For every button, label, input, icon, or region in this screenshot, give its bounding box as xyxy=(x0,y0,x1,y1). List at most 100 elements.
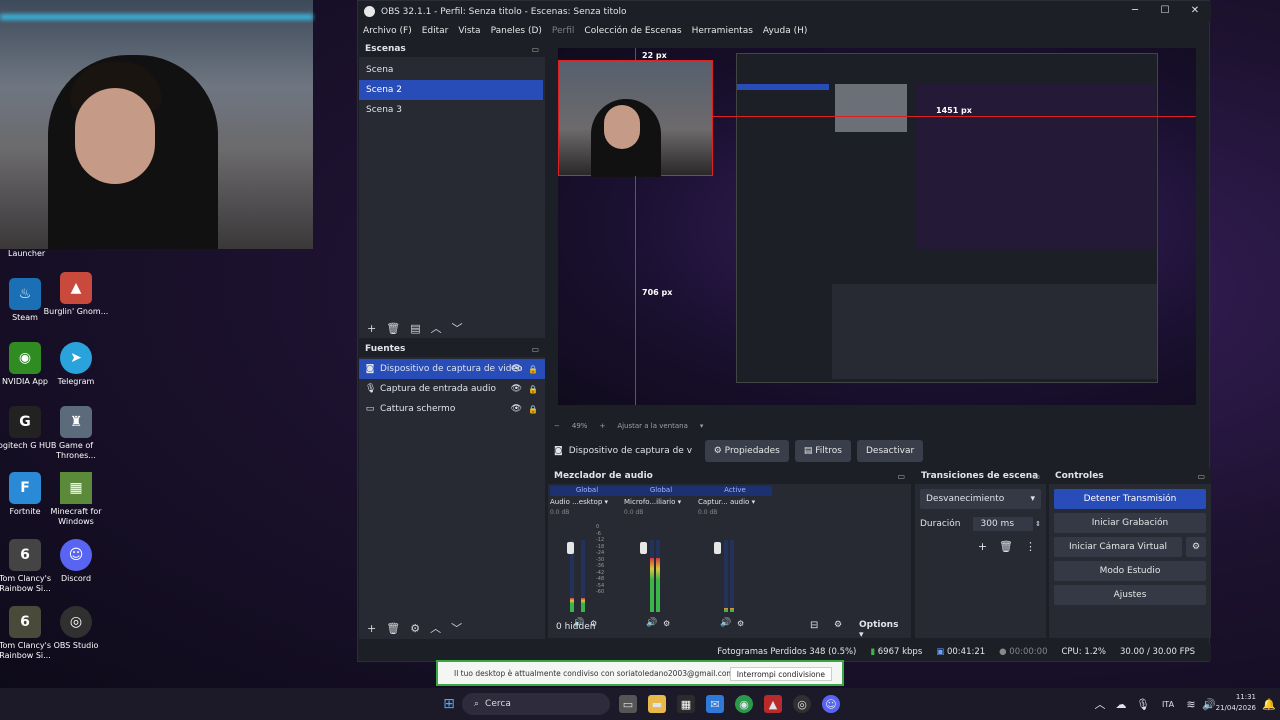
menu-view[interactable]: Vista xyxy=(458,26,480,36)
zoom-in-icon[interactable]: + xyxy=(599,422,605,430)
lock-icon[interactable]: 🔒 xyxy=(528,405,538,414)
add-source-icon[interactable]: + xyxy=(367,622,376,635)
app-icon[interactable]: ▲ xyxy=(764,695,782,713)
outlook-icon[interactable]: ✉ xyxy=(706,695,724,713)
desktop-icon-got[interactable]: ♜ Game of Thrones... xyxy=(38,406,114,461)
duration-input[interactable]: 300 ms xyxy=(972,517,1034,531)
move-up-icon[interactable]: ︿ xyxy=(430,620,441,636)
remove-transition-icon[interactable]: 🗑 xyxy=(999,540,1013,553)
channel-settings-icon[interactable]: ⚙ xyxy=(737,619,744,628)
dock-float-icon[interactable]: ▭ xyxy=(897,469,905,485)
visibility-eye-icon[interactable]: 👁 xyxy=(511,404,522,414)
start-virtual-camera-button[interactable]: Iniciar Cámara Virtual xyxy=(1054,537,1182,557)
move-down-icon[interactable]: ﹀ xyxy=(452,320,463,336)
menu-help[interactable]: Ayuda (H) xyxy=(763,26,807,36)
chevron-up-icon[interactable]: ︿ xyxy=(1091,695,1109,713)
volume-fader[interactable] xyxy=(640,542,647,554)
notifications-icon[interactable]: 🔔 xyxy=(1260,695,1278,713)
desktop-icon-gnome[interactable]: ▲ Burglin' Gnom... xyxy=(38,272,114,317)
hidden-count: 0 hidden xyxy=(556,622,596,632)
zoom-out-icon[interactable]: − xyxy=(554,422,560,430)
minimize-icon[interactable]: ─ xyxy=(1128,5,1142,16)
scene-item-selected[interactable]: Scena 2 xyxy=(359,80,543,100)
menu-profile[interactable]: Perfil xyxy=(552,26,575,36)
channel-settings-icon[interactable]: ⚙ xyxy=(663,619,670,628)
scene-item[interactable]: Scena xyxy=(359,60,543,80)
menu-file[interactable]: Archivo (F) xyxy=(363,26,412,36)
measure-right: 1451 px xyxy=(936,106,972,115)
add-scene-icon[interactable]: + xyxy=(367,322,376,335)
chevron-down-icon[interactable]: ▾ xyxy=(605,498,609,506)
move-up-icon[interactable]: ︿ xyxy=(431,320,442,336)
visibility-eye-icon[interactable]: 👁 xyxy=(511,364,522,374)
source-item[interactable]: ▭ Cattura schermo 👁 🔒 xyxy=(359,399,545,419)
store-icon[interactable]: ▦ xyxy=(677,695,695,713)
dock-float-icon[interactable]: ▭ xyxy=(531,42,539,58)
volume-fader[interactable] xyxy=(567,542,574,554)
nvidia-icon: ◉ xyxy=(9,342,41,374)
chevron-down-icon[interactable]: ▾ xyxy=(678,498,682,506)
dock-float-icon[interactable]: ▭ xyxy=(531,342,539,358)
properties-button[interactable]: ⚙ Propiedades xyxy=(704,440,789,462)
speaker-icon[interactable]: 🔊 xyxy=(720,618,731,628)
desktop-icon-minecraft[interactable]: ▦ Minecraft for Windows xyxy=(38,472,114,527)
taskbar-clock[interactable]: 11:31 21/04/2026 xyxy=(1216,692,1256,714)
wifi-icon[interactable]: ≋ xyxy=(1182,695,1200,713)
deactivate-button[interactable]: Desactivar xyxy=(857,440,924,462)
visibility-eye-icon[interactable]: 👁 xyxy=(511,384,522,394)
lock-icon[interactable]: 🔒 xyxy=(528,365,538,374)
chrome-icon[interactable]: ◉ xyxy=(735,695,753,713)
language-indicator[interactable]: ITA xyxy=(1158,695,1178,713)
menu-scene-collection[interactable]: Colección de Escenas xyxy=(584,26,681,36)
stop-streaming-button[interactable]: Detener Transmisión xyxy=(1054,489,1206,509)
speaker-icon[interactable]: 🔊 xyxy=(646,618,657,628)
options-button[interactable]: Options ▾ xyxy=(853,619,911,641)
filters-button[interactable]: ▤ Filtros xyxy=(794,440,851,462)
transition-select[interactable]: Desvanecimiento ▾ xyxy=(920,489,1041,509)
stream-time-value: 00:41:21 xyxy=(946,647,986,657)
obs-icon[interactable]: ◎ xyxy=(793,695,811,713)
gear-icon[interactable]: ⚙ xyxy=(1186,537,1206,557)
source-properties-icon[interactable]: ⚙ xyxy=(410,622,420,635)
fit-to-window[interactable]: Ajustar a la ventana xyxy=(617,422,688,430)
lock-icon[interactable]: 🔒 xyxy=(528,385,538,394)
volume-fader[interactable] xyxy=(714,542,721,554)
preview-webcam-source[interactable] xyxy=(558,60,713,177)
stepper-icon[interactable]: ⇕ xyxy=(1035,520,1041,528)
mixer-layout-icon[interactable]: ⊟ xyxy=(810,620,818,631)
menu-tools[interactable]: Herramientas xyxy=(692,26,753,36)
stop-sharing-button[interactable]: Interrompi condivisione xyxy=(729,667,832,681)
file-explorer-icon[interactable]: ▬ xyxy=(648,695,666,713)
chevron-down-icon[interactable]: ▾ xyxy=(700,422,704,430)
desktop-icon-discord[interactable]: ☺ Discord xyxy=(38,539,114,584)
task-view-icon[interactable]: ▭ xyxy=(619,695,637,713)
microphone-icon[interactable]: 🎙 xyxy=(1134,695,1152,713)
desktop-icon-telegram[interactable]: ➤ Telegram xyxy=(38,342,114,387)
menu-docks[interactable]: Paneles (D) xyxy=(491,26,542,36)
dock-float-icon[interactable]: ▭ xyxy=(1197,469,1205,485)
more-options-icon[interactable]: ⋮ xyxy=(1025,540,1036,553)
preview-canvas[interactable]: 22 px 1451 px 706 px xyxy=(558,48,1196,405)
source-item-selected[interactable]: ◙ Dispositivo de captura de video 👁 🔒 xyxy=(359,359,545,379)
settings-button[interactable]: Ajustes xyxy=(1054,585,1206,605)
start-recording-button[interactable]: Iniciar Grabación xyxy=(1054,513,1206,533)
network-icon[interactable]: ☁ xyxy=(1112,695,1130,713)
chevron-down-icon[interactable]: ▾ xyxy=(752,498,756,506)
mixer-settings-icon[interactable]: ⚙ xyxy=(834,620,842,630)
menu-edit[interactable]: Editar xyxy=(422,26,449,36)
taskbar-search[interactable]: ⌕ Cerca xyxy=(462,693,610,715)
move-down-icon[interactable]: ﹀ xyxy=(451,620,462,636)
scene-item[interactable]: Scena 3 xyxy=(359,100,543,120)
scene-filters-icon[interactable]: ▤ xyxy=(410,322,420,335)
studio-mode-button[interactable]: Modo Estudio xyxy=(1054,561,1206,581)
add-transition-icon[interactable]: + xyxy=(978,540,987,553)
maximize-icon[interactable]: ☐ xyxy=(1158,5,1172,16)
dock-float-icon[interactable]: ▭ xyxy=(1032,469,1040,485)
close-icon[interactable]: ✕ xyxy=(1188,5,1202,16)
discord-icon[interactable]: ☺ xyxy=(822,695,840,713)
remove-scene-icon[interactable]: 🗑 xyxy=(386,322,400,335)
desktop-icon-obs[interactable]: ◎ OBS Studio xyxy=(38,606,114,651)
remove-source-icon[interactable]: 🗑 xyxy=(386,622,400,635)
windows-start-icon[interactable]: ⊞ xyxy=(440,695,458,713)
source-item[interactable]: 🎙 Captura de entrada audio 👁 🔒 xyxy=(359,379,545,399)
